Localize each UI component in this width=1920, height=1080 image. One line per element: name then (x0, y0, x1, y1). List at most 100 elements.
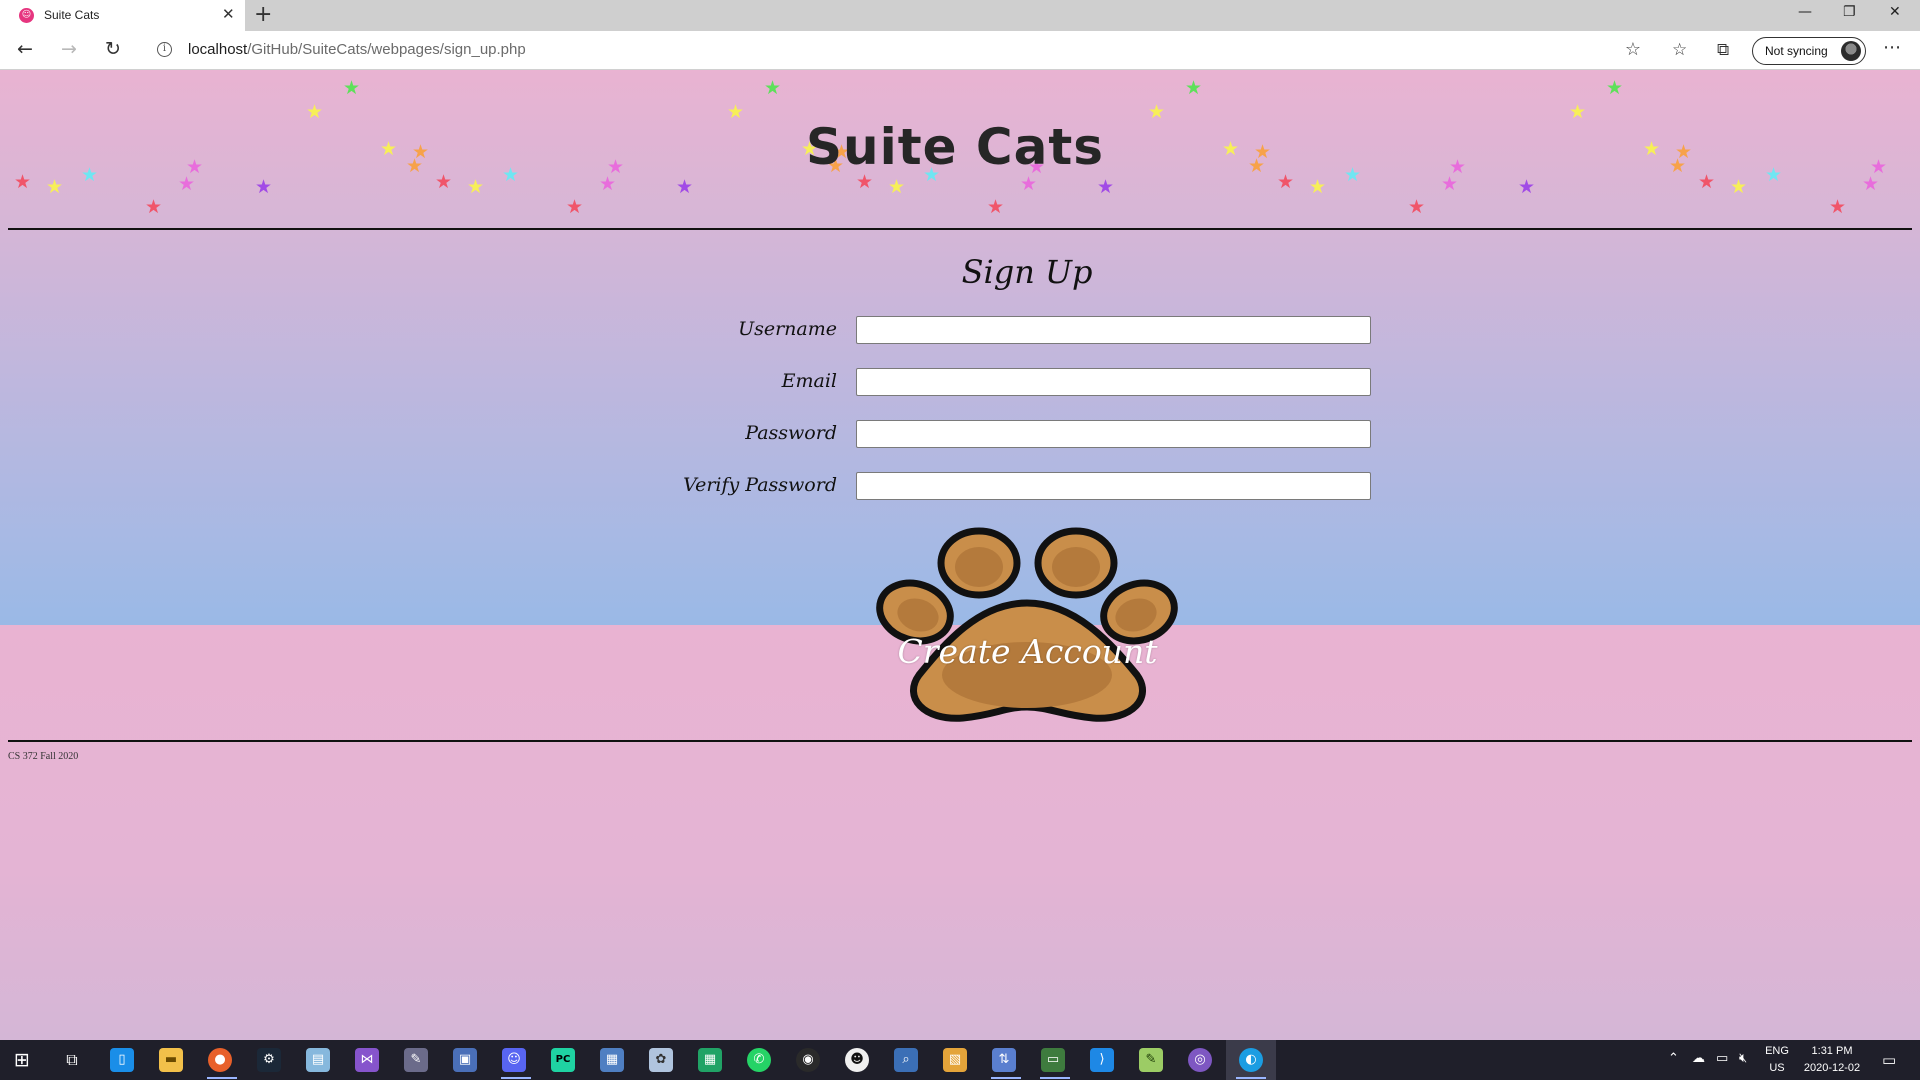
minimize-icon[interactable]: — (1798, 4, 1812, 20)
language-indicator[interactable]: ENG (1760, 1045, 1794, 1057)
discord-icon[interactable]: ☺ (502, 1048, 526, 1072)
decorative-star-icon: ★ (764, 77, 782, 99)
vscode-icon[interactable]: ⟩ (1090, 1048, 1114, 1072)
file-explorer-icon[interactable]: ▬ (159, 1048, 183, 1072)
create-account-button[interactable]: Create Account (875, 525, 1180, 725)
taskbar: ⊞ ⧉ ▯ ▬ ● ⚙ ▤ ⋈ ✎ ▣ ☺ PC ▦ ✿ ▦ ✆ ◉ ☻ ⌕ ▧… (0, 1040, 1920, 1080)
decorative-star-icon: ★ (888, 176, 906, 198)
decorative-star-icon: ★ (1862, 173, 1880, 195)
paint-app-icon[interactable]: ✿ (649, 1048, 673, 1072)
archive-app-icon[interactable]: ▧ (943, 1048, 967, 1072)
decorative-star-icon: ★ (1730, 176, 1748, 198)
close-window-icon[interactable]: ✕ (1889, 4, 1901, 20)
decorative-star-icon: ★ (467, 176, 485, 198)
sync-label: Not syncing (1765, 44, 1828, 58)
search-app-icon[interactable]: ⌕ (894, 1048, 918, 1072)
url-field[interactable]: i localhost/GitHub/SuiteCats/webpages/si… (145, 36, 1653, 64)
decorative-star-icon: ★ (1020, 173, 1038, 195)
username-field[interactable] (856, 316, 1371, 344)
url-path: /GitHub/SuiteCats/webpages/sign_up.php (247, 41, 526, 58)
decorative-star-icon: ★ (343, 77, 361, 99)
notifications-icon[interactable]: ▭ (1882, 1051, 1896, 1069)
show-hidden-icons-icon[interactable]: ⌃ (1668, 1051, 1679, 1066)
notepad-app-icon[interactable]: ✎ (1139, 1048, 1163, 1072)
password-field[interactable] (856, 420, 1371, 448)
running-indicator (207, 1077, 237, 1079)
collections-icon[interactable]: ⧉ (1717, 40, 1729, 60)
decorative-star-icon: ★ (599, 173, 617, 195)
notes-app-icon[interactable]: ▤ (306, 1048, 330, 1072)
pycharm-icon[interactable]: PC (551, 1048, 575, 1072)
running-indicator (501, 1077, 531, 1079)
visual-studio-icon[interactable]: ⋈ (355, 1048, 379, 1072)
running-indicator (991, 1077, 1021, 1079)
windows-start-icon[interactable]: ⊞ (10, 1048, 34, 1072)
decorative-star-icon: ★ (1829, 196, 1847, 218)
email-label: Email (781, 370, 837, 392)
region-indicator: US (1769, 1062, 1785, 1074)
favorites-list-icon[interactable]: ☆ (1672, 40, 1687, 60)
avatar (1841, 41, 1861, 61)
task-view-icon[interactable]: ⧉ (60, 1048, 84, 1072)
more-options-icon[interactable]: ⋯ (1883, 37, 1901, 58)
email-field[interactable] (856, 368, 1371, 396)
profile-sync-button[interactable]: Not syncing (1752, 37, 1866, 65)
site-title: Suite Cats (805, 118, 1105, 176)
create-account-label: Create Account (897, 632, 1158, 671)
decorative-star-icon: ★ (1097, 176, 1115, 198)
decorative-star-icon: ★ (1309, 176, 1327, 198)
header-divider (8, 228, 1912, 230)
phone-app-icon[interactable]: ▯ (110, 1048, 134, 1072)
clock-date: 2020-12-02 (1803, 1062, 1861, 1074)
verify-password-field[interactable] (856, 472, 1371, 500)
paw-print-icon (876, 527, 1178, 722)
volume-muted-icon[interactable]: 🔇︎ (1739, 1051, 1747, 1066)
decorative-star-icon: ★ (255, 176, 273, 198)
decorative-star-icon: ★ (46, 176, 64, 198)
forward-arrow-icon[interactable]: → (61, 38, 77, 60)
tab-bar: ☺ Suite Cats ✕ + — ❐ ✕ (0, 0, 1920, 31)
running-indicator (1040, 1077, 1070, 1079)
spreadsheet-icon[interactable]: ▦ (698, 1048, 722, 1072)
terminal-app-icon[interactable]: ▭ (1041, 1048, 1065, 1072)
steam-icon[interactable]: ⚙ (257, 1048, 281, 1072)
decorative-star-icon: ★ (1518, 176, 1536, 198)
verify-password-label: Verify Password (683, 474, 837, 496)
new-tab-icon[interactable]: + (254, 2, 272, 27)
footer-divider (8, 740, 1912, 742)
decorative-star-icon: ★ (1408, 196, 1426, 218)
image-editor-icon[interactable]: ▣ (453, 1048, 477, 1072)
decorative-star-icon: ★ (676, 176, 694, 198)
back-arrow-icon[interactable]: ← (17, 38, 33, 60)
media-app-icon[interactable]: ◎ (1188, 1048, 1212, 1072)
favorite-star-icon[interactable]: ☆ (1625, 39, 1641, 60)
form-title: Sign Up (961, 253, 1093, 291)
running-indicator (1236, 1077, 1266, 1079)
whatsapp-icon[interactable]: ✆ (747, 1048, 771, 1072)
url-text: localhost/GitHub/SuiteCats/webpages/sign… (188, 41, 526, 58)
edge-browser-icon[interactable]: ◐ (1239, 1048, 1263, 1072)
code-editor-icon[interactable]: ✎ (404, 1048, 428, 1072)
close-tab-icon[interactable]: ✕ (222, 5, 235, 23)
tab-suite-cats[interactable]: ☺ Suite Cats ✕ (0, 0, 245, 31)
url-host: localhost (188, 41, 248, 58)
calendar-app-icon[interactable]: ▦ (600, 1048, 624, 1072)
site-favicon-icon: ☺ (19, 8, 34, 23)
restore-icon[interactable]: ❐ (1843, 4, 1856, 20)
network-icon[interactable]: ▭ (1716, 1051, 1728, 1066)
emoji-app-icon[interactable]: ☻ (845, 1048, 869, 1072)
firefox-icon[interactable]: ● (208, 1048, 232, 1072)
obs-icon[interactable]: ◉ (796, 1048, 820, 1072)
decorative-star-icon: ★ (1441, 173, 1459, 195)
decorative-star-icon: ★ (566, 196, 584, 218)
username-label: Username (738, 318, 837, 340)
tab-title: Suite Cats (44, 8, 100, 22)
decorative-star-icon: ★ (1185, 77, 1203, 99)
site-info-icon[interactable]: i (157, 42, 172, 57)
web-page: ★ ★ ★ ★ ★ ★ ★ ★ ★ ★ ★ ★ ★ ★ ★ ★ ★ ★ ★ ★ ★ ★ ★ ★ ★ ★ ★ ★ ★ ★ ★ ★ ★ ★ ★ ★ ★ ★ ★ ★… (0, 70, 1920, 1040)
onedrive-cloud-icon[interactable]: ☁ (1692, 1051, 1705, 1066)
clock-time[interactable]: 1:31 PM (1796, 1045, 1868, 1057)
refresh-icon[interactable]: ↻ (105, 38, 121, 60)
decorative-star-icon: ★ (987, 196, 1005, 218)
network-app-icon[interactable]: ⇅ (992, 1048, 1016, 1072)
